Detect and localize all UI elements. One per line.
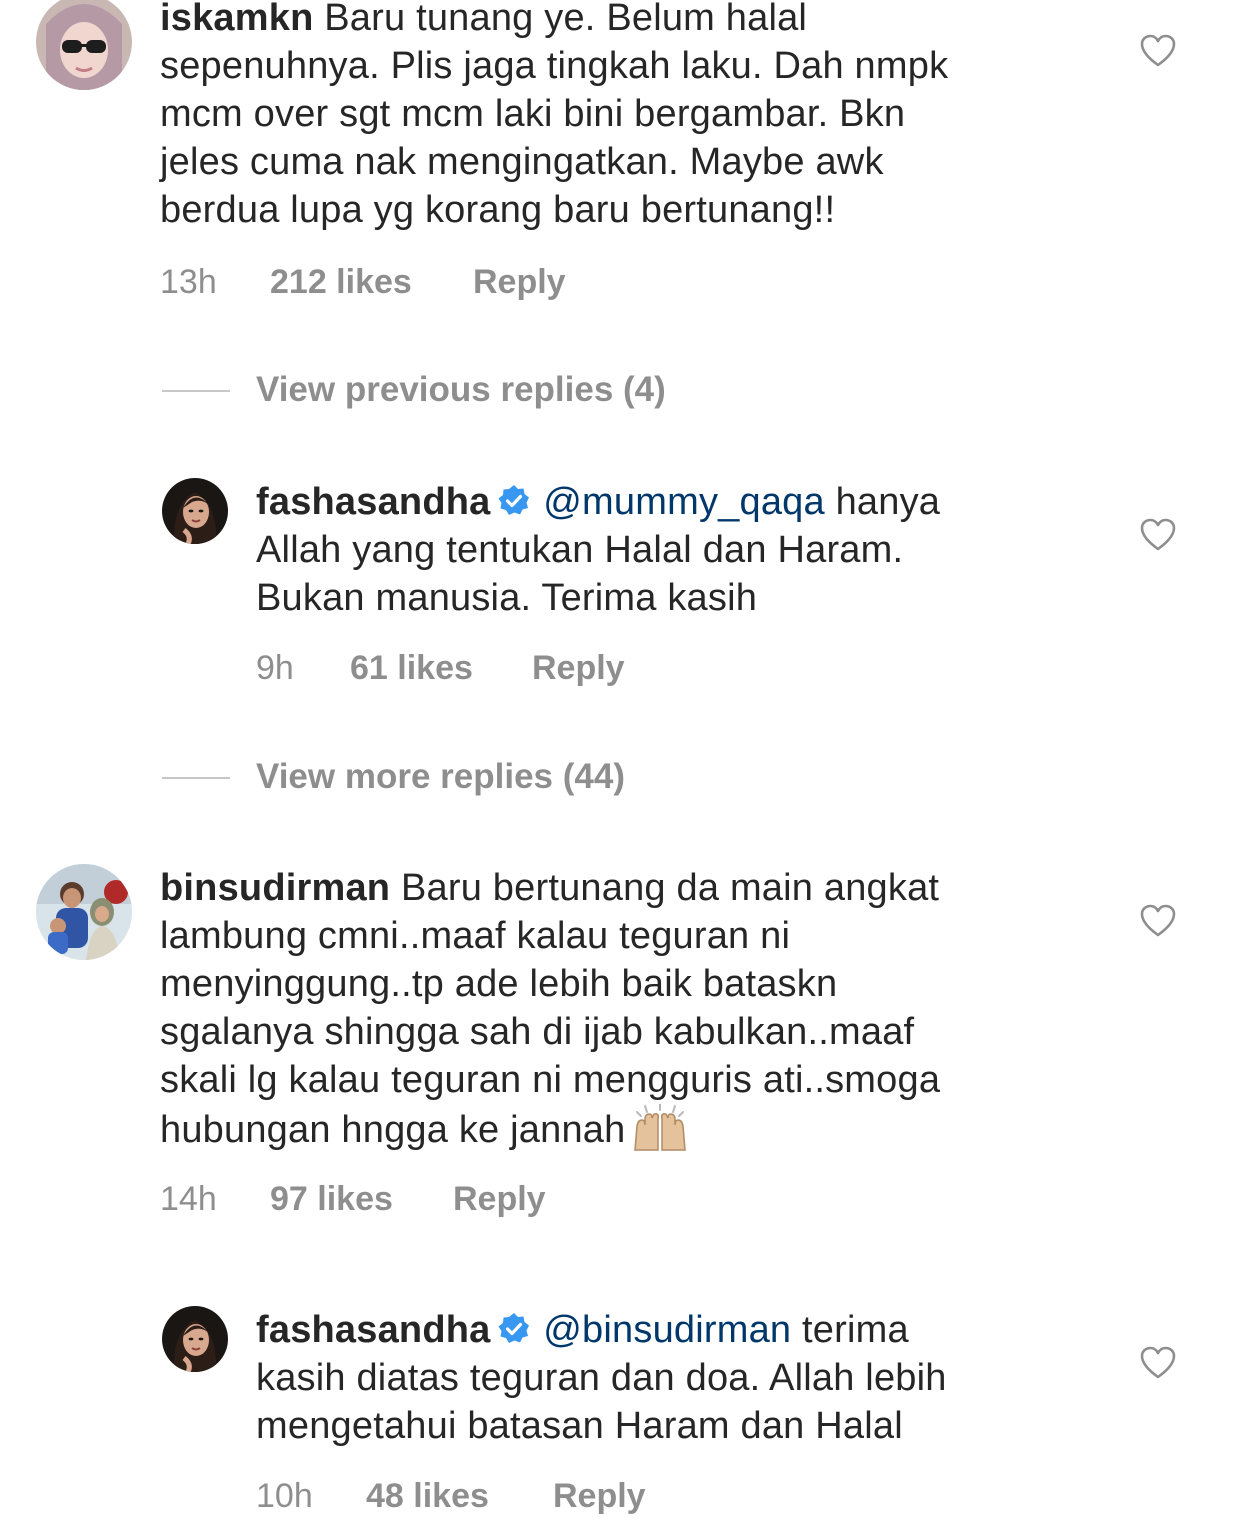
view-previous-replies-label[interactable]: View previous replies (4) bbox=[256, 368, 666, 412]
view-previous-replies[interactable]: View previous replies (4) bbox=[0, 368, 1242, 412]
reply-time: 10h bbox=[256, 1477, 313, 1515]
reply-button[interactable]: Reply bbox=[453, 1179, 546, 1219]
avatar-image bbox=[36, 0, 132, 90]
likes-count[interactable]: 61 likes bbox=[350, 648, 473, 688]
likes-count[interactable]: 97 likes bbox=[270, 1179, 393, 1219]
avatar[interactable] bbox=[36, 864, 132, 960]
reply-button[interactable]: Reply bbox=[553, 1476, 646, 1516]
comment-text: binsudirman Baru bertunang da main angka… bbox=[160, 864, 1060, 1154]
comment-username[interactable]: binsudirman bbox=[160, 867, 390, 909]
reply-text: fashasandha @binsudirman terima kasih di… bbox=[256, 1306, 1056, 1450]
reply-fashasandha: fashasandha @mummy_qaqa hanya Allah yang… bbox=[0, 470, 1242, 700]
reply-time: 9h bbox=[256, 649, 294, 687]
reply-username[interactable]: fashasandha bbox=[256, 1309, 491, 1351]
heart-icon[interactable] bbox=[1140, 34, 1176, 68]
reply-meta: 10h 48 likes Reply bbox=[256, 1476, 856, 1516]
avatar[interactable] bbox=[36, 0, 132, 90]
mention-link[interactable]: @mummy_qaqa bbox=[543, 481, 825, 523]
likes-count[interactable]: 212 likes bbox=[270, 262, 412, 302]
avatar-image bbox=[162, 1306, 228, 1372]
comment-time: 13h bbox=[160, 263, 217, 301]
reply-button[interactable]: Reply bbox=[473, 262, 566, 302]
comment-meta: 14h 97 likes Reply bbox=[160, 1179, 760, 1219]
avatar[interactable] bbox=[162, 1306, 228, 1372]
heart-icon[interactable] bbox=[1140, 1346, 1176, 1380]
comment-text: iskamkn Baru tunang ye. Belum halal sepe… bbox=[160, 0, 1060, 234]
reply-fashasandha: fashasandha @binsudirman terima kasih di… bbox=[0, 1298, 1242, 1525]
comment-body: Baru bertunang da main angkat lambung cm… bbox=[160, 867, 941, 1151]
verified-badge-icon bbox=[498, 1313, 529, 1343]
comment-binsudirman: binsudirman Baru bertunang da main angka… bbox=[0, 860, 1242, 1240]
divider-line bbox=[162, 777, 230, 779]
raised-hands-emoji bbox=[634, 1104, 687, 1151]
view-more-replies[interactable]: View more replies (44) bbox=[0, 755, 1242, 799]
heart-icon[interactable] bbox=[1140, 904, 1176, 938]
reply-text: fashasandha @mummy_qaqa hanya Allah yang… bbox=[256, 478, 1056, 622]
view-more-replies-label[interactable]: View more replies (44) bbox=[256, 755, 625, 799]
comment-iskamkn: iskamkn Baru tunang ye. Belum halal sepe… bbox=[0, 0, 1242, 320]
avatar-image bbox=[36, 864, 132, 960]
comment-meta: 13h 212 likes Reply bbox=[160, 262, 760, 302]
reply-meta: 9h 61 likes Reply bbox=[256, 648, 856, 688]
verified-badge-icon bbox=[498, 485, 529, 515]
reply-username[interactable]: fashasandha bbox=[256, 481, 491, 523]
avatar[interactable] bbox=[162, 478, 228, 544]
comment-time: 14h bbox=[160, 1180, 217, 1218]
heart-icon[interactable] bbox=[1140, 518, 1176, 552]
reply-button[interactable]: Reply bbox=[532, 648, 625, 688]
comment-username[interactable]: iskamkn bbox=[160, 0, 314, 39]
divider-line bbox=[162, 390, 230, 392]
mention-link[interactable]: @binsudirman bbox=[543, 1309, 791, 1351]
likes-count[interactable]: 48 likes bbox=[366, 1476, 489, 1516]
avatar-image bbox=[162, 478, 228, 544]
